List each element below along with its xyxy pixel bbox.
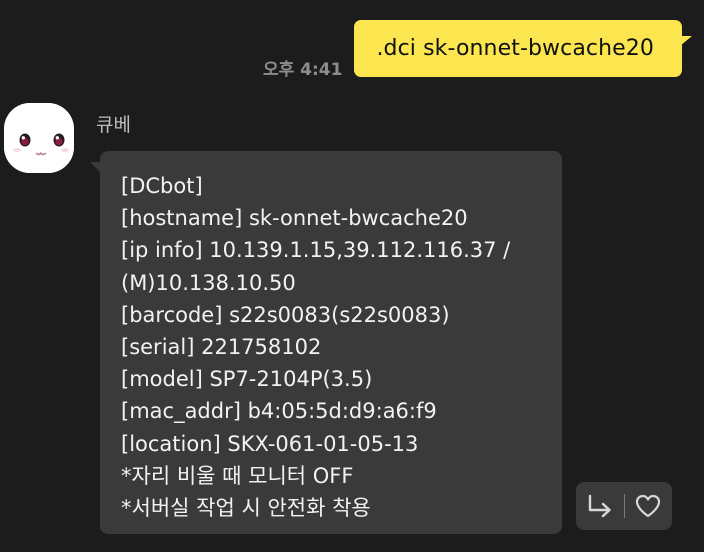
- message-line: [ip info] 10.139.1.15,39.112.116.37 /: [121, 238, 511, 263]
- message-actions: [576, 482, 672, 530]
- like-button[interactable]: [624, 482, 672, 530]
- sent-message-row: 오후 4:41 .dci sk-onnet-bwcache20: [262, 20, 692, 80]
- bunny-face-icon: [4, 103, 74, 173]
- message-line: [serial] 221758102: [121, 335, 322, 360]
- message-line: (M)10.138.10.50: [121, 270, 296, 295]
- message-line: [hostname] sk-onnet-bwcache20: [121, 206, 468, 231]
- sent-message-bubble[interactable]: .dci sk-onnet-bwcache20: [354, 20, 692, 77]
- reply-arrow-icon: [588, 494, 611, 518]
- message-line: *자리 비울 때 모니터 OFF: [121, 463, 354, 488]
- heart-icon: [636, 494, 661, 518]
- received-message-bubble[interactable]: [DCbot] [hostname] sk-onnet-bwcache20 [i…: [90, 151, 562, 534]
- message-line: [location] SKX-061-01-05-13: [121, 431, 419, 456]
- message-line: [model] SP7-2104P(3.5): [121, 367, 373, 392]
- message-timestamp: 오후 4:41: [262, 60, 343, 80]
- message-line: *서버실 작업 시 안전화 착용: [121, 496, 371, 521]
- sender-avatar[interactable]: [4, 103, 74, 173]
- reply-button[interactable]: [576, 482, 624, 530]
- message-line: [barcode] s22s0083(s22s0083): [121, 302, 450, 327]
- sender-name: 큐베: [96, 114, 131, 136]
- message-line: [DCbot]: [121, 174, 203, 198]
- message-line: [mac_addr] b4:05:5d:d9:a6:f9: [121, 399, 437, 424]
